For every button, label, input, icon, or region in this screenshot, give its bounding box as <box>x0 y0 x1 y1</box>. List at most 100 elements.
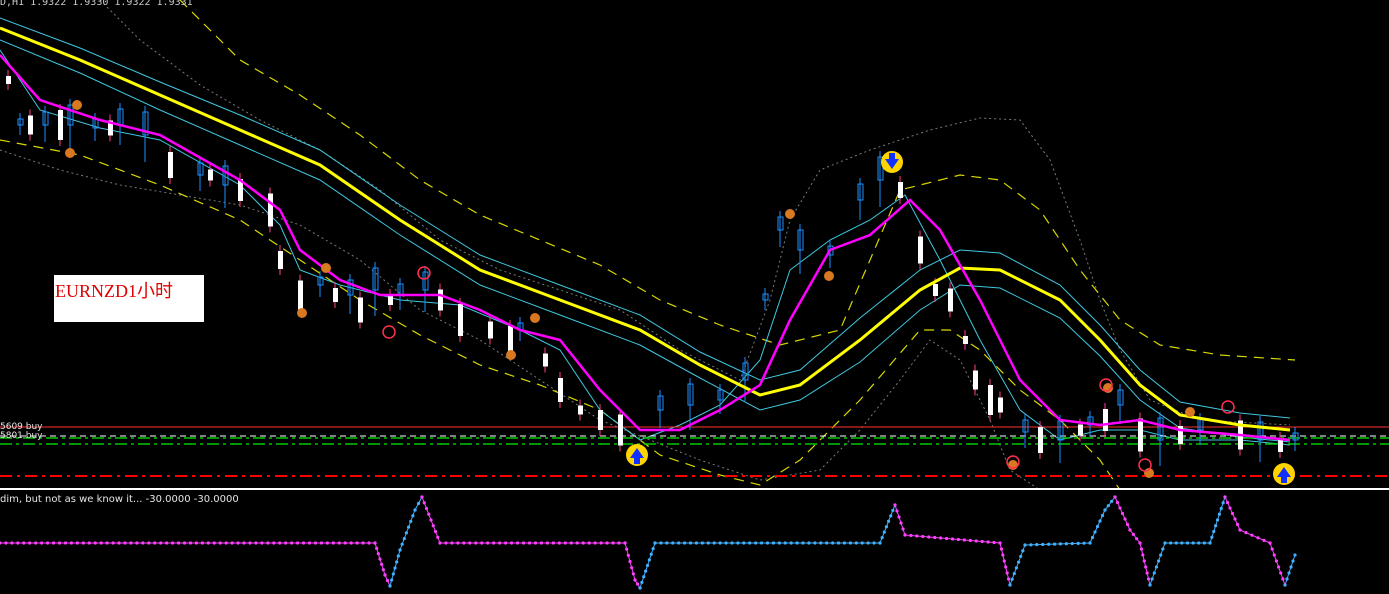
indicator-dot <box>688 541 693 545</box>
bear-candle <box>508 326 513 354</box>
indicator-dot <box>1256 536 1260 540</box>
indicator-dot <box>206 541 210 545</box>
indicator-dot <box>486 541 490 545</box>
bear-candle <box>618 414 623 446</box>
indicator-dot <box>789 541 793 545</box>
bear-candle <box>488 321 493 339</box>
indicator-dot <box>63 541 68 545</box>
indicator-dot <box>380 562 384 566</box>
bear-candle <box>58 110 63 140</box>
indicator-dot <box>1293 553 1297 557</box>
indicator-dot <box>860 541 864 545</box>
indicator-dot <box>842 541 847 545</box>
indicator-dot <box>880 535 884 540</box>
indicator-dot <box>1144 565 1148 569</box>
indicator-dot <box>1123 517 1127 521</box>
indicator-dot <box>980 539 984 544</box>
indicator-dot <box>1113 495 1117 499</box>
indicator-dot <box>1001 553 1005 557</box>
indicator-dot <box>498 541 502 545</box>
indicator-plot <box>0 495 1297 590</box>
indicator-dot <box>992 540 996 545</box>
bear-candle <box>333 288 338 302</box>
indicator-dot <box>640 580 644 584</box>
indicator-dot <box>224 541 228 545</box>
fractal-dot-icon <box>506 350 516 360</box>
indicator-dot <box>563 541 567 545</box>
price-chart[interactable] <box>0 0 1389 490</box>
indicator-dot <box>1012 571 1016 576</box>
indicator-dot <box>355 541 359 545</box>
indicator-pane[interactable] <box>0 490 1389 594</box>
indicator-segment <box>1104 496 1116 511</box>
indicator-dot <box>1058 542 1063 546</box>
indicator-dot <box>1285 577 1289 581</box>
indicator-dot <box>1110 499 1114 503</box>
indicator-segment <box>1024 542 1091 546</box>
indicator-dot <box>1070 541 1074 546</box>
indicator-dot <box>625 547 629 551</box>
indicator-dot <box>1154 565 1159 569</box>
indicator-dot <box>1174 541 1178 545</box>
cyan-band-lower <box>0 39 1291 443</box>
indicator-dot <box>901 527 905 531</box>
bear-candle <box>898 182 903 198</box>
indicator-dot <box>712 541 716 545</box>
indicator-dot <box>431 524 435 528</box>
indicator-dot <box>694 541 699 545</box>
indicator-dot <box>968 538 972 543</box>
indicator-dot <box>1274 559 1279 563</box>
bear-candle <box>278 251 283 269</box>
indicator-segment <box>1129 529 1141 544</box>
indicator-dot <box>1035 543 1039 547</box>
bear-candle <box>388 295 393 305</box>
indicator-dot <box>40 541 44 545</box>
indicator-dot <box>1014 566 1019 570</box>
indicator-dot <box>182 541 187 545</box>
bear-candle <box>963 336 968 344</box>
indicator-dot <box>771 541 776 545</box>
indicator-dot <box>962 538 966 542</box>
indicator-dot <box>1214 524 1218 528</box>
indicator-dot <box>1163 541 1167 545</box>
indicator-dot <box>1180 541 1184 545</box>
chart-window[interactable]: D,H1 1.9322 1.9330 1.9322 1.9331 5609 bu… <box>0 0 1389 594</box>
indicator-dot <box>617 541 621 545</box>
indicator-dot <box>671 541 675 545</box>
bear-candle <box>298 280 303 310</box>
indicator-dot <box>361 541 365 545</box>
indicator-dot <box>307 541 312 545</box>
indicator-dot <box>1098 519 1102 523</box>
indicator-dot <box>236 541 240 545</box>
indicator-dot <box>1008 583 1012 587</box>
indicator-dot <box>402 536 406 541</box>
chart-header-text: D,H1 1.9322 1.9330 1.9322 1.9331 <box>0 0 193 8</box>
indicator-dot <box>795 541 799 545</box>
indicator-dot <box>1279 571 1283 575</box>
indicator-dot <box>433 529 438 534</box>
indicator-dot <box>260 541 264 545</box>
bear-candle <box>988 385 993 415</box>
indicator-dot <box>420 495 424 499</box>
indicator-dot <box>1139 547 1144 551</box>
indicator-dot <box>1215 518 1220 522</box>
indicator-dot <box>383 573 387 577</box>
indicator-dot <box>644 569 648 573</box>
indicator-dot <box>999 547 1004 551</box>
indicator-dot <box>301 541 306 545</box>
indicator-dot <box>159 541 163 545</box>
indicator-dot <box>117 541 121 545</box>
indicator-dot <box>254 541 258 545</box>
indicator-dot <box>527 541 532 545</box>
indicator-dot <box>1120 511 1125 516</box>
indicator-dot <box>1169 541 1173 545</box>
indicator-dot <box>135 541 139 545</box>
indicator-dot <box>927 535 931 539</box>
indicator-dot <box>51 541 56 545</box>
indicator-dot <box>10 541 14 545</box>
indicator-dot <box>1156 559 1161 563</box>
indicator-dot <box>1016 560 1021 564</box>
indicator-dot <box>1021 549 1025 553</box>
indicator-dot <box>575 541 579 545</box>
indicator-dot <box>141 541 145 545</box>
